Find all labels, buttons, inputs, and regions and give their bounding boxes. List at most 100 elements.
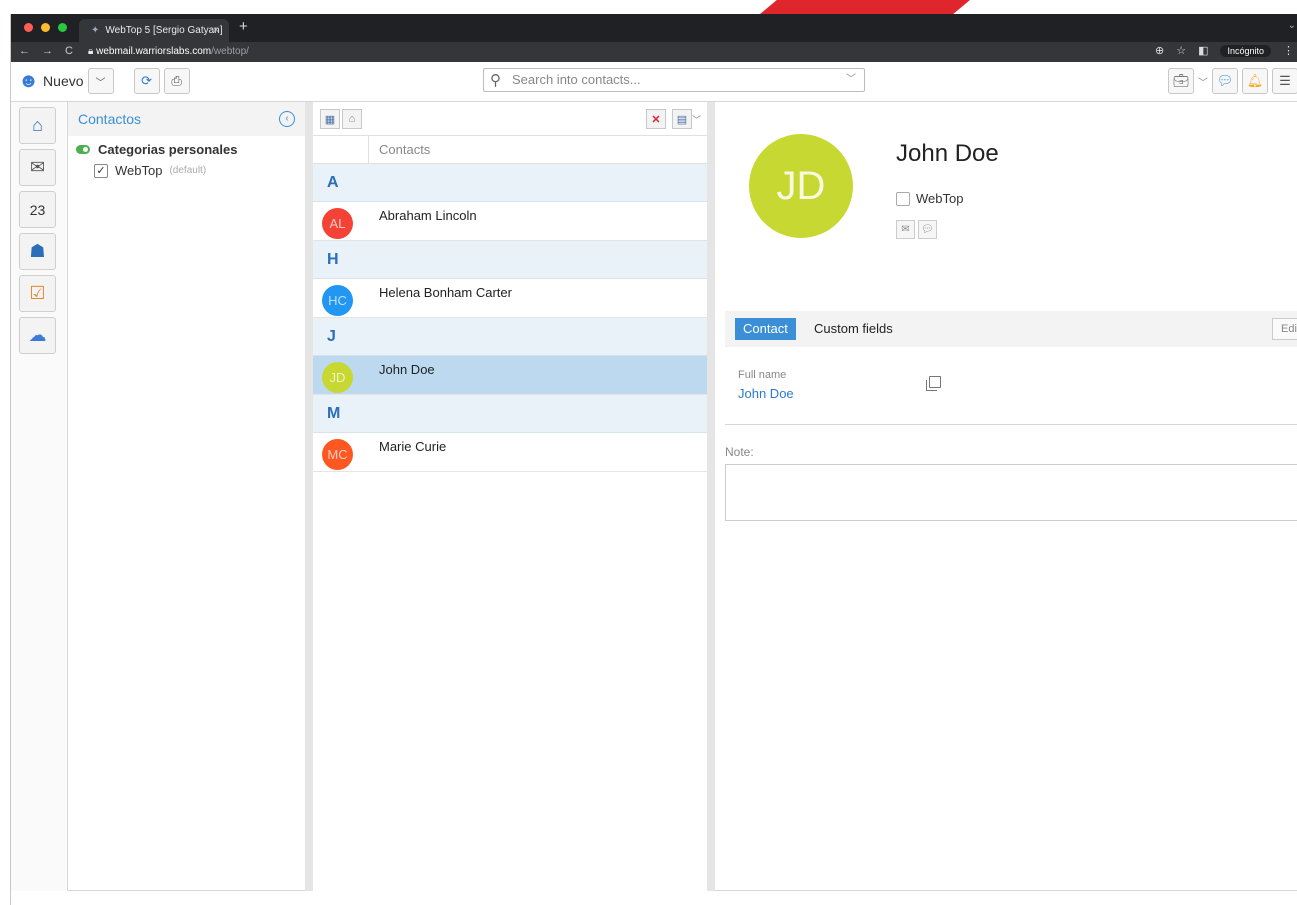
edit-button[interactable]: Edit xyxy=(1272,318,1297,340)
refresh-icon[interactable]: ⟳ xyxy=(133,68,160,94)
service-nav: ⌂ ✉ 23 ☗ ☑ ☁ xyxy=(11,102,66,891)
delete-x-icon[interactable]: ✕ xyxy=(645,109,666,129)
hamburger-menu-icon[interactable]: ☰ xyxy=(1272,68,1297,94)
tab-contact[interactable]: Contact xyxy=(735,318,796,340)
tab-search-chevron-icon[interactable]: ⌄ xyxy=(1288,20,1296,31)
avatar: AL xyxy=(322,208,353,239)
address-bar: ← → C 🔒︎ webmail.warriorslabs.com/webtop… xyxy=(11,42,1297,62)
cloud-icon[interactable]: ☁ xyxy=(19,317,56,354)
contact-row-selected[interactable]: JD John Doe xyxy=(313,356,707,395)
group-header: A xyxy=(313,164,707,202)
new-contact-icon[interactable]: ☻ xyxy=(18,70,39,93)
mail-icon[interactable]: ✉ xyxy=(19,149,56,186)
category-item-webtop[interactable]: ✓ WebTop (default) xyxy=(94,163,305,178)
window-controls xyxy=(24,23,67,32)
home-view-icon[interactable]: ⌂ xyxy=(342,109,362,129)
bookmark-star-icon[interactable]: ☆ xyxy=(1176,44,1186,57)
maximize-window-button[interactable] xyxy=(58,23,67,32)
full-name-label: Full name xyxy=(738,369,787,381)
browser-window: ✦ WebTop 5 [Sergio Gatyan] × + ⌄ ← → C 🔒︎… xyxy=(10,14,1297,905)
home-icon[interactable]: ⌂ xyxy=(19,107,56,144)
decorative-red-banner xyxy=(760,0,970,14)
contact-category: WebTop xyxy=(896,191,963,206)
new-tab-button[interactable]: + xyxy=(239,18,248,35)
search-chevron-down-icon[interactable]: ﹀ xyxy=(846,69,856,91)
category-default-note: (default) xyxy=(169,165,207,176)
close-window-button[interactable] xyxy=(24,23,33,32)
chat-offline-icon[interactable]: 💬︎ xyxy=(1212,68,1238,94)
detail-splitter[interactable] xyxy=(707,102,715,891)
tab-close-icon[interactable]: × xyxy=(213,19,219,42)
notifications-bell-icon[interactable]: 🔔︎ xyxy=(1242,68,1268,94)
collapse-panel-icon[interactable]: ‹ xyxy=(279,111,295,127)
search-placeholder: Search into contacts... xyxy=(512,72,641,87)
contact-row[interactable]: MC Marie Curie xyxy=(313,433,707,472)
url-field[interactable]: 🔒︎ webmail.warriorslabs.com/webtop/ xyxy=(88,46,249,57)
briefcase-chevron-down-icon[interactable]: ﹀ xyxy=(1198,74,1208,89)
list-toolbar: ▦ ⌂ ✕ ▤ ﹀ xyxy=(313,102,707,136)
note-field[interactable] xyxy=(725,464,1297,521)
full-name-value[interactable]: John Doe xyxy=(738,386,794,401)
zoom-icon[interactable]: ⊕ xyxy=(1155,44,1164,57)
contacts-column-title[interactable]: Contacts xyxy=(369,136,430,163)
sidebar-panel-icon[interactable]: ◧ xyxy=(1198,44,1208,57)
incognito-badge[interactable]: Incógnito xyxy=(1220,44,1271,57)
tab-title: WebTop 5 [Sergio Gatyan] xyxy=(105,25,223,36)
categories-header: Contactos ‹ xyxy=(68,102,305,136)
search-input[interactable]: ⚲ Search into contacts... ﹀ xyxy=(483,68,865,92)
tasks-icon[interactable]: ☑ xyxy=(19,275,56,312)
browser-tab-bar: ✦ WebTop 5 [Sergio Gatyan] × + ⌄ xyxy=(11,14,1297,42)
lock-icon: 🔒︎ xyxy=(88,46,97,57)
category-group-title: Categorias personales xyxy=(98,142,238,157)
minimize-window-button[interactable] xyxy=(41,23,50,32)
note-label: Note: xyxy=(725,445,754,459)
avatar: JD xyxy=(322,362,353,393)
group-header: M xyxy=(313,395,707,433)
calendar-icon[interactable]: 23 xyxy=(19,191,56,228)
new-button-label[interactable]: Nuevo xyxy=(43,73,83,89)
group-header: J xyxy=(313,318,707,356)
contact-name: Helena Bonham Carter xyxy=(379,285,512,300)
briefcase-icon[interactable]: 💼︎ xyxy=(1168,68,1194,94)
tab-custom-fields[interactable]: Custom fields xyxy=(814,318,893,340)
contact-row[interactable]: HC Helena Bonham Carter xyxy=(313,279,707,318)
detail-tabs: Contact Custom fields Edit xyxy=(725,311,1297,347)
reload-icon[interactable]: C xyxy=(65,45,73,57)
contact-name: Abraham Lincoln xyxy=(379,208,477,223)
browser-tab[interactable]: ✦ WebTop 5 [Sergio Gatyan] × xyxy=(79,19,229,42)
panel-splitter[interactable] xyxy=(305,102,313,891)
print-icon[interactable]: ⎙ xyxy=(163,68,190,94)
contacts-list: ▦ ⌂ ✕ ▤ ﹀ Contacts A AL Abraham Lincoln … xyxy=(313,102,707,891)
contact-avatar: JD xyxy=(749,134,853,238)
category-checkbox[interactable]: ✓ xyxy=(94,163,108,178)
category-group[interactable]: Categorias personales xyxy=(76,142,305,157)
forward-arrow-icon[interactable]: → xyxy=(42,45,53,57)
contact-detail: JD John Doe WebTop ✉ 💬︎ Contact Custom f… xyxy=(715,102,1297,891)
contact-row[interactable]: AL Abraham Lincoln xyxy=(313,202,707,241)
contact-title: John Doe xyxy=(896,140,999,167)
category-label: WebTop xyxy=(115,163,163,178)
view-options-icon[interactable]: ▤ xyxy=(671,109,692,129)
categories-title: Contactos xyxy=(78,111,142,127)
avatar: MC xyxy=(322,439,353,470)
send-message-icon[interactable]: 💬︎ xyxy=(918,220,937,239)
company-view-icon[interactable]: ▦ xyxy=(320,109,340,129)
app-toolbar: ☻ Nuevo ﹀ ⟳ ⎙ ⚲ Search into contacts... … xyxy=(11,62,1297,102)
copy-icon[interactable] xyxy=(926,376,941,391)
favicon-icon: ✦ xyxy=(91,25,100,36)
view-options-chevron-icon[interactable]: ﹀ xyxy=(692,113,701,126)
new-dropdown-chevron-icon[interactable]: ﹀ xyxy=(87,68,114,94)
divider xyxy=(725,424,1297,425)
contact-name: John Doe xyxy=(379,362,435,377)
back-arrow-icon[interactable]: ← xyxy=(19,45,30,57)
avatar: HC xyxy=(322,285,353,316)
categories-panel: Contactos ‹ Categorias personales ✓ WebT… xyxy=(67,102,305,891)
contact-category-label: WebTop xyxy=(916,191,964,206)
send-email-icon[interactable]: ✉ xyxy=(896,220,915,239)
group-header: H xyxy=(313,241,707,279)
contact-name: Marie Curie xyxy=(379,439,447,454)
list-column-header: Contacts xyxy=(313,136,707,164)
contacts-icon[interactable]: ☗ xyxy=(19,233,56,270)
category-group-toggle[interactable] xyxy=(76,145,90,154)
browser-menu-icon[interactable]: ⋮ xyxy=(1283,44,1294,57)
